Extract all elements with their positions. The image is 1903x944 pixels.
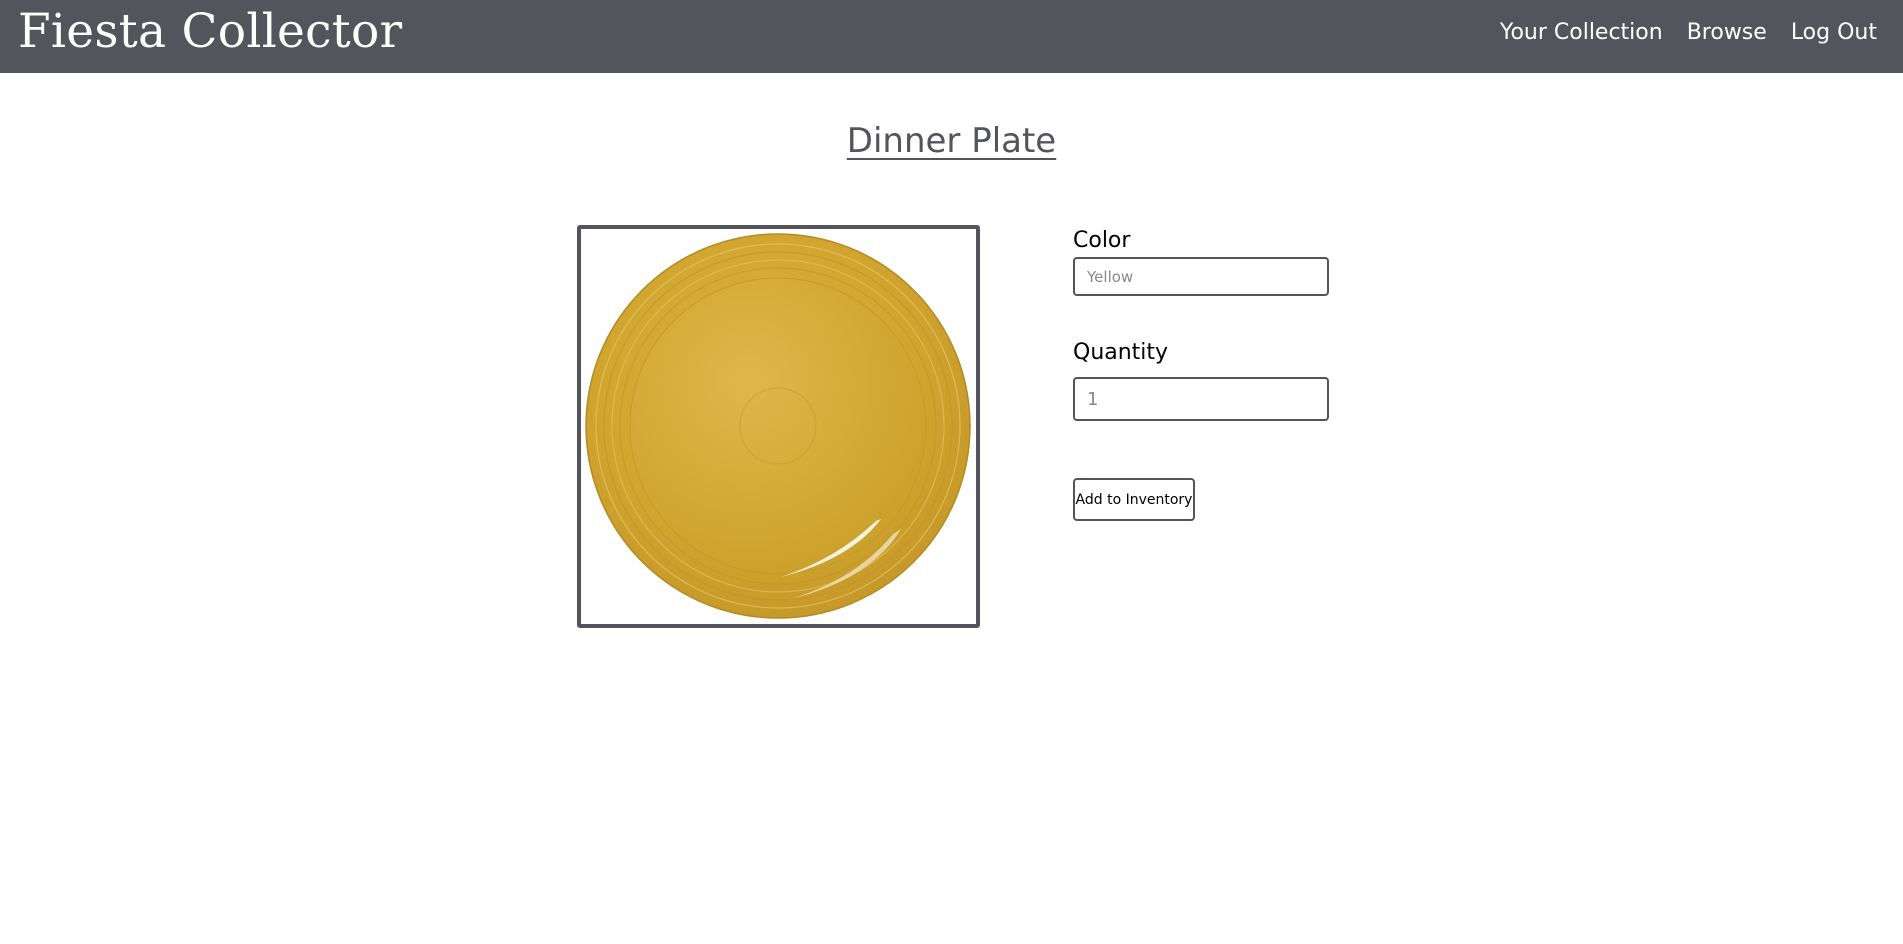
quantity-label: Quantity [1073, 340, 1169, 365]
product-image-frame [577, 225, 980, 628]
nav-links: Your Collection Browse Log Out [1500, 18, 1877, 48]
nav-link-your-collection[interactable]: Your Collection [1500, 18, 1663, 48]
add-to-inventory-button[interactable]: Add to Inventory [1073, 478, 1195, 521]
color-label: Color [1073, 228, 1131, 253]
nav-link-log-out[interactable]: Log Out [1791, 18, 1877, 48]
page-title: Dinner Plate [846, 121, 1057, 161]
navbar: Fiesta Collector Your Collection Browse … [0, 0, 1903, 73]
yellow-plate-image [585, 233, 971, 619]
color-input[interactable] [1073, 257, 1329, 296]
brand-logo[interactable]: Fiesta Collector [18, 2, 402, 62]
nav-link-browse[interactable]: Browse [1687, 18, 1767, 48]
quantity-input[interactable] [1073, 377, 1329, 421]
